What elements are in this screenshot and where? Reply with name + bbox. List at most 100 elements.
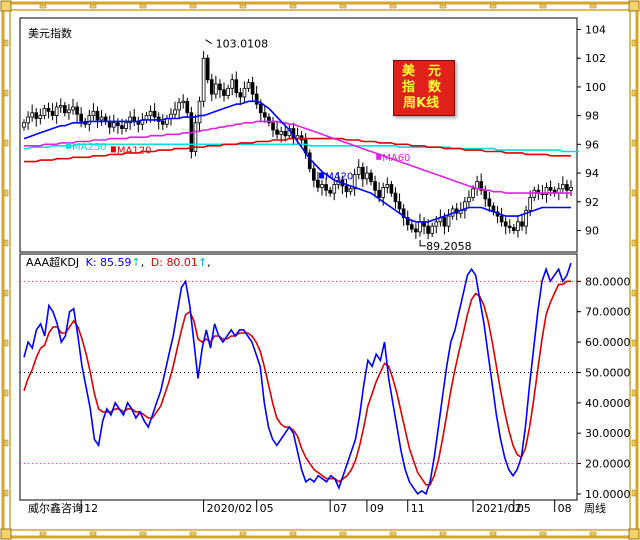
kdj-y-tick-label: 50.0000 xyxy=(585,366,631,379)
frame-rivet xyxy=(631,239,636,247)
kdj-y-tick-label: 30.0000 xyxy=(585,427,631,440)
candle-body xyxy=(116,122,120,127)
candle-body xyxy=(54,106,59,117)
frame-rivet xyxy=(289,531,297,536)
candle-body xyxy=(385,184,390,188)
frame-rivet xyxy=(4,239,9,247)
candle-body xyxy=(507,225,512,228)
high-annotation-label: 103.0108 xyxy=(216,38,269,51)
candle-body xyxy=(316,179,320,188)
ma20-label-marker xyxy=(319,172,325,179)
candle-body xyxy=(50,110,55,117)
candle-body xyxy=(565,184,569,191)
ma20-label: MA20 xyxy=(325,171,353,182)
candle-body xyxy=(467,197,471,203)
kdj-y-tick-label: 70.0000 xyxy=(585,306,631,319)
candle-body xyxy=(483,189,488,200)
frame-rivet xyxy=(631,39,636,47)
price-y-tick-label: 104 xyxy=(585,23,606,36)
candle-body xyxy=(26,116,30,124)
candle-body xyxy=(185,100,190,114)
frame-rivet xyxy=(389,531,397,536)
d-up-arrow: ↑ xyxy=(197,256,208,269)
candle-body xyxy=(197,100,202,124)
candle-body xyxy=(95,110,100,121)
candle-body xyxy=(418,221,422,233)
frame-rivet xyxy=(631,439,636,447)
badge-line-3: 周K线 xyxy=(403,96,440,111)
candle-body xyxy=(173,109,177,115)
frame-rivet xyxy=(139,531,147,536)
candle-body xyxy=(205,57,210,81)
candle-body xyxy=(258,103,263,114)
x-tick-label: 11 xyxy=(411,502,425,515)
candle-body xyxy=(409,224,414,230)
frame-rivet xyxy=(339,531,347,536)
candle-body xyxy=(397,201,402,210)
price-plot-area xyxy=(19,17,578,253)
frame-rivet xyxy=(631,339,636,347)
candle-body xyxy=(328,189,332,194)
price-y-tick-label: 100 xyxy=(585,81,606,94)
candle-body xyxy=(87,115,92,125)
price-y-tick-label: 94 xyxy=(585,167,599,180)
chart-frame: 104 102 100 98 96 94 92 90 MA20 MA60 MA120 MA250 103… xyxy=(0,0,640,540)
candle-body xyxy=(91,110,96,117)
frame-rivet xyxy=(4,389,9,397)
candle-body xyxy=(242,87,247,98)
candle-body xyxy=(499,215,504,223)
candle-body xyxy=(177,102,181,111)
frame-rivet xyxy=(631,289,636,297)
d-value-label: D: 80.01 xyxy=(150,256,198,269)
chart-badge: 美 元 指 数 周K线 xyxy=(393,60,455,116)
frame-rivet xyxy=(631,139,636,147)
frame-rivet xyxy=(139,4,147,9)
candle-body xyxy=(34,112,39,119)
candle-body xyxy=(381,186,386,198)
candle-body xyxy=(569,186,573,191)
frame-corner-ornament xyxy=(628,528,640,540)
candle-body xyxy=(209,79,214,95)
candle-body xyxy=(271,122,275,131)
frame-rivet xyxy=(631,189,636,197)
frame-rivet xyxy=(239,531,247,536)
kdj-y-tick-label: 10.0000 xyxy=(585,488,631,501)
candle-body xyxy=(107,120,112,128)
frame-rivet xyxy=(39,4,47,9)
candle-body xyxy=(320,184,324,188)
frame-rivet xyxy=(4,39,9,47)
frame-rivet xyxy=(4,289,9,297)
price-y-tick-label: 98 xyxy=(585,110,599,123)
x-tick-label: 08 xyxy=(558,502,572,515)
candle-body xyxy=(414,228,418,233)
frame-rivet xyxy=(489,531,497,536)
candle-body xyxy=(442,217,447,227)
candle-body xyxy=(120,125,124,129)
frame-rivet xyxy=(631,389,636,397)
candle-body xyxy=(160,120,165,125)
footer-period: 周线 xyxy=(584,502,606,515)
frame-rivet xyxy=(539,4,547,9)
frame-rivet xyxy=(189,4,197,9)
ma120-label-marker xyxy=(110,146,116,153)
candle-body xyxy=(111,122,116,128)
frame-rivet xyxy=(4,139,9,147)
candle-body xyxy=(503,221,508,227)
k-value-label: K: 85.59 xyxy=(85,256,132,269)
frame-rivet xyxy=(89,531,97,536)
ma60-label-marker xyxy=(376,153,382,160)
frame-corner-ornament xyxy=(628,0,640,12)
badge-line-1: 美 元 xyxy=(402,64,442,79)
price-y-tick-label: 102 xyxy=(585,52,606,65)
x-tick-label: 05 xyxy=(260,502,274,515)
candle-body xyxy=(332,184,337,194)
frame-rivet xyxy=(289,4,297,9)
frame-rivet xyxy=(589,4,597,9)
candle-body xyxy=(283,131,288,137)
x-tick-label: 2021/02 xyxy=(476,502,522,515)
candle-body xyxy=(58,105,63,108)
candle-body xyxy=(548,186,553,191)
candle-body xyxy=(263,112,267,118)
k-up-arrow: ↑ xyxy=(131,256,141,269)
candle-body xyxy=(279,131,284,135)
